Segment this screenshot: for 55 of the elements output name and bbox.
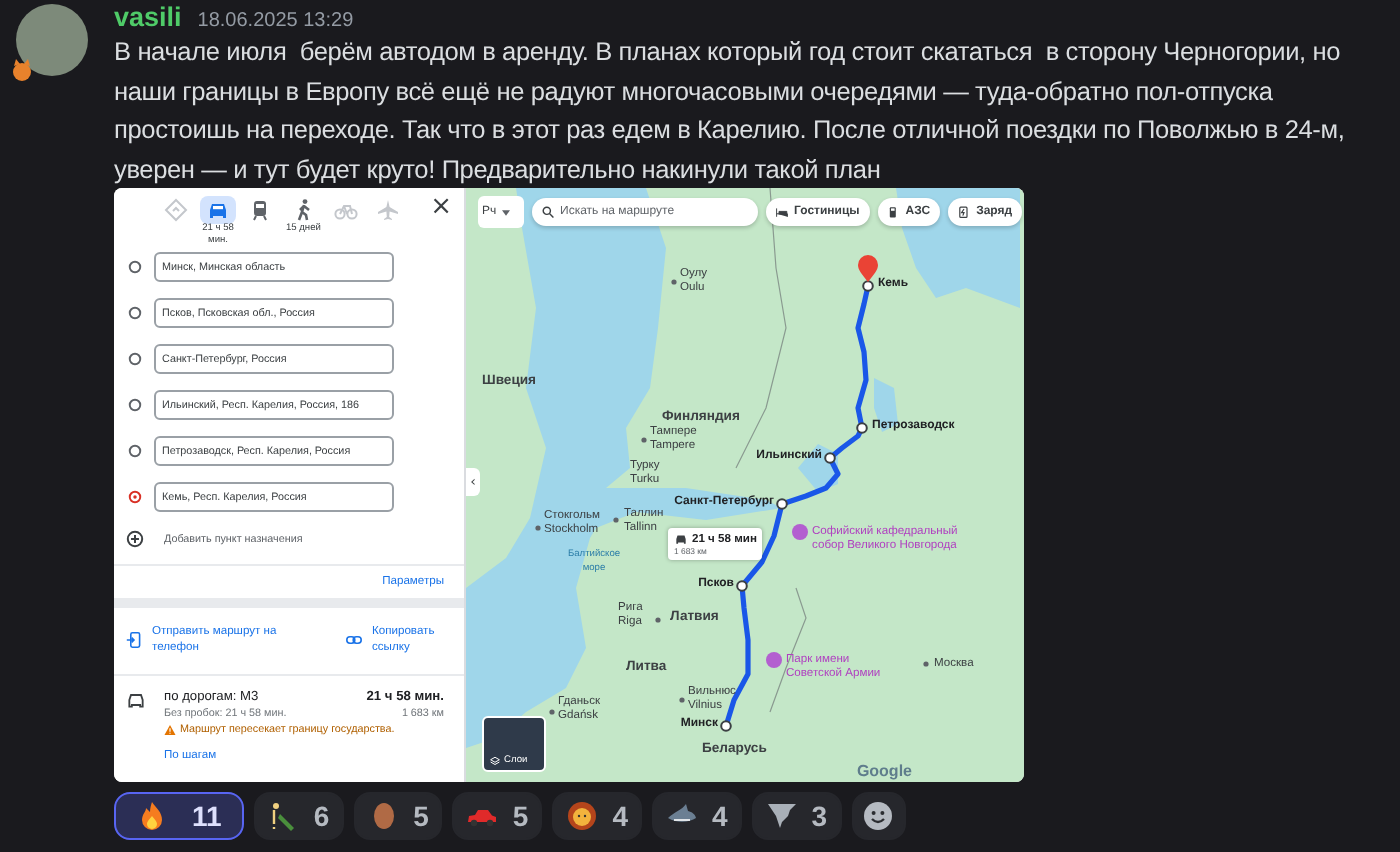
waypoint-circle-icon	[128, 352, 142, 366]
waypoint-circle-icon	[128, 306, 142, 320]
close-button[interactable]: ×	[426, 196, 456, 220]
map-logo: Google	[856, 762, 912, 780]
waypoint-circle-icon	[128, 398, 142, 412]
charging-icon	[958, 206, 971, 218]
search-icon	[542, 206, 554, 218]
message-timestamp: 18.06.2025 13:29	[197, 8, 354, 36]
waypoint-marker-icon	[862, 280, 874, 292]
cat-icon	[10, 58, 34, 82]
smiley-icon	[862, 800, 895, 832]
caret-icon	[502, 209, 511, 215]
car-icon	[200, 196, 237, 224]
warning-icon	[164, 724, 176, 736]
city-dot-icon	[655, 617, 661, 623]
layers-icon	[490, 756, 500, 766]
message-text: В начале июля берём автодом в аренду. В планах который год стоит скататься в сторону Черногории, но наши границы в Европу всё ещё не радуют многочасовыми очередями — туда-обратно пол-отпуска простоишь на переходе. Так что в этот раз едем в Карелию. После отличной поездки по Поволжью в 24-м, уверен — и тут будет круто! Предварительно накинули такой план	[114, 34, 1347, 188]
lion-icon	[566, 800, 599, 832]
reaction-button[interactable]: 6	[253, 792, 344, 840]
waypoint-marker-icon	[736, 580, 748, 592]
fire-icon	[136, 800, 168, 832]
plus-circle-icon	[126, 530, 144, 548]
map-screenshot[interactable]	[114, 188, 1024, 782]
waypoint-marker-icon	[824, 452, 836, 464]
destination-pin-icon	[128, 490, 142, 504]
reaction-button[interactable]: 5	[353, 792, 443, 840]
tornado-icon	[765, 800, 798, 832]
waypoint-circle-icon	[128, 260, 142, 274]
phone-icon	[126, 632, 142, 648]
waypoint-marker-icon	[856, 422, 868, 434]
add-reaction-button[interactable]	[851, 792, 906, 840]
waypoint-marker-icon	[776, 498, 788, 510]
city-dot-icon	[679, 697, 685, 703]
bed-icon	[776, 206, 788, 218]
map-background[interactable]	[466, 188, 1024, 782]
city-dot-icon	[535, 525, 541, 531]
reaction-button[interactable]: 4	[652, 792, 742, 840]
link-icon	[346, 632, 362, 648]
fuel-pump-icon	[887, 206, 900, 218]
waypoint-marker-icon	[720, 720, 732, 732]
reaction-button[interactable]: 11	[114, 792, 244, 840]
author-name[interactable]: vasili	[114, 4, 182, 32]
destination-pin-icon	[858, 255, 878, 282]
reaction-button[interactable]: 4	[552, 792, 642, 840]
city-dot-icon	[641, 437, 647, 443]
city-dot-icon	[549, 709, 555, 715]
reaction-button[interactable]: 5	[452, 792, 543, 840]
city-dot-icon	[671, 279, 677, 285]
car-icon	[674, 532, 688, 546]
car-icon	[126, 690, 146, 710]
avatar-photo-placeholder[interactable]	[16, 4, 88, 76]
reaction-button[interactable]: 3	[751, 792, 842, 840]
city-dot-icon	[613, 517, 619, 523]
waypoint-circle-icon	[128, 444, 142, 458]
city-dot-icon	[923, 661, 929, 667]
